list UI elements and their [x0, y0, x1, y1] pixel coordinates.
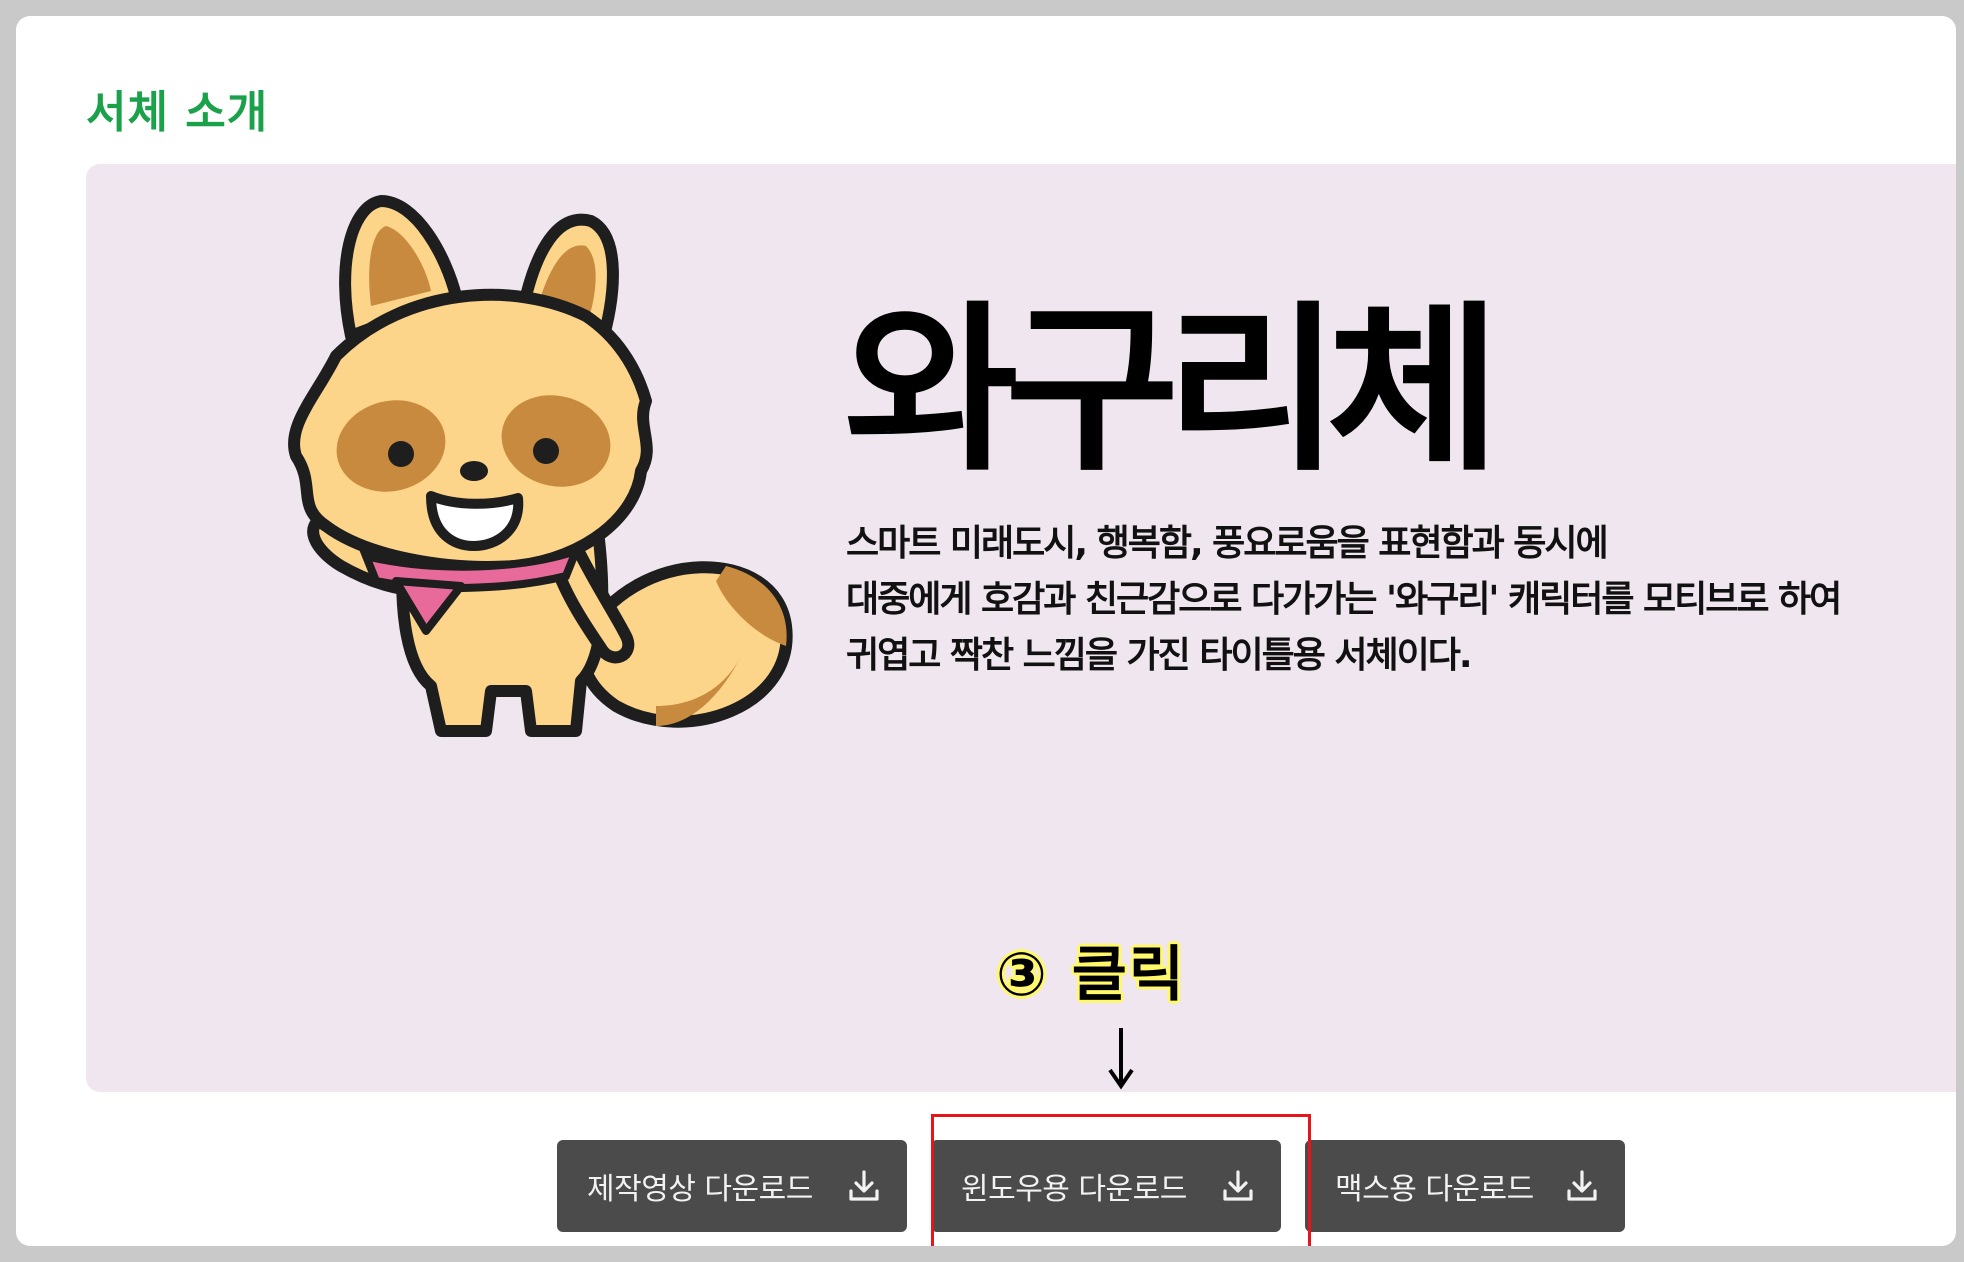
description-line: 스마트 미래도시, 행복함, 풍요로움을 표현함과 동시에 — [846, 523, 1609, 564]
download-icon — [1567, 1170, 1597, 1201]
description-line: 귀엽고 짝찬 느낌을 가진 타이틀용 서체이다. — [846, 635, 1473, 676]
font-intro-card: 서체 소개 와구리체 스마트 미래도시, 행복함, 풍요로움을 표현함과 동시에… — [16, 16, 1956, 1246]
down-arrow-icon — [1108, 1028, 1134, 1090]
font-description: 스마트 미래도시, 행복함, 풍요로움을 표현함과 동시에 대중에게 호감과 친… — [846, 516, 1842, 684]
mascot-mouth — [426, 491, 524, 551]
button-label: 제작영상 다운로드 — [587, 1172, 813, 1207]
click-annotation-label: ③ 클릭 — [996, 940, 1187, 1010]
click-highlight-box — [931, 1114, 1311, 1246]
raccoon-mascot-illustration — [288, 195, 793, 737]
download-icon — [849, 1170, 879, 1201]
floating-badge[interactable] — [1944, 1222, 1956, 1246]
mascot-eye-left — [388, 441, 414, 467]
button-label: 맥스용 다운로드 — [1335, 1172, 1534, 1207]
section-title: 서체 소개 — [86, 87, 269, 138]
description-line: 대중에게 호감과 친근감으로 다가가는 '와구리' 캐릭터를 모티브로 하여 — [846, 579, 1842, 620]
mac-download-button[interactable]: 맥스용 다운로드 — [1305, 1140, 1625, 1232]
mascot-eye-right — [533, 438, 559, 464]
production-video-download-button[interactable]: 제작영상 다운로드 — [557, 1140, 907, 1232]
font-name-title: 와구리체 — [844, 285, 1501, 496]
